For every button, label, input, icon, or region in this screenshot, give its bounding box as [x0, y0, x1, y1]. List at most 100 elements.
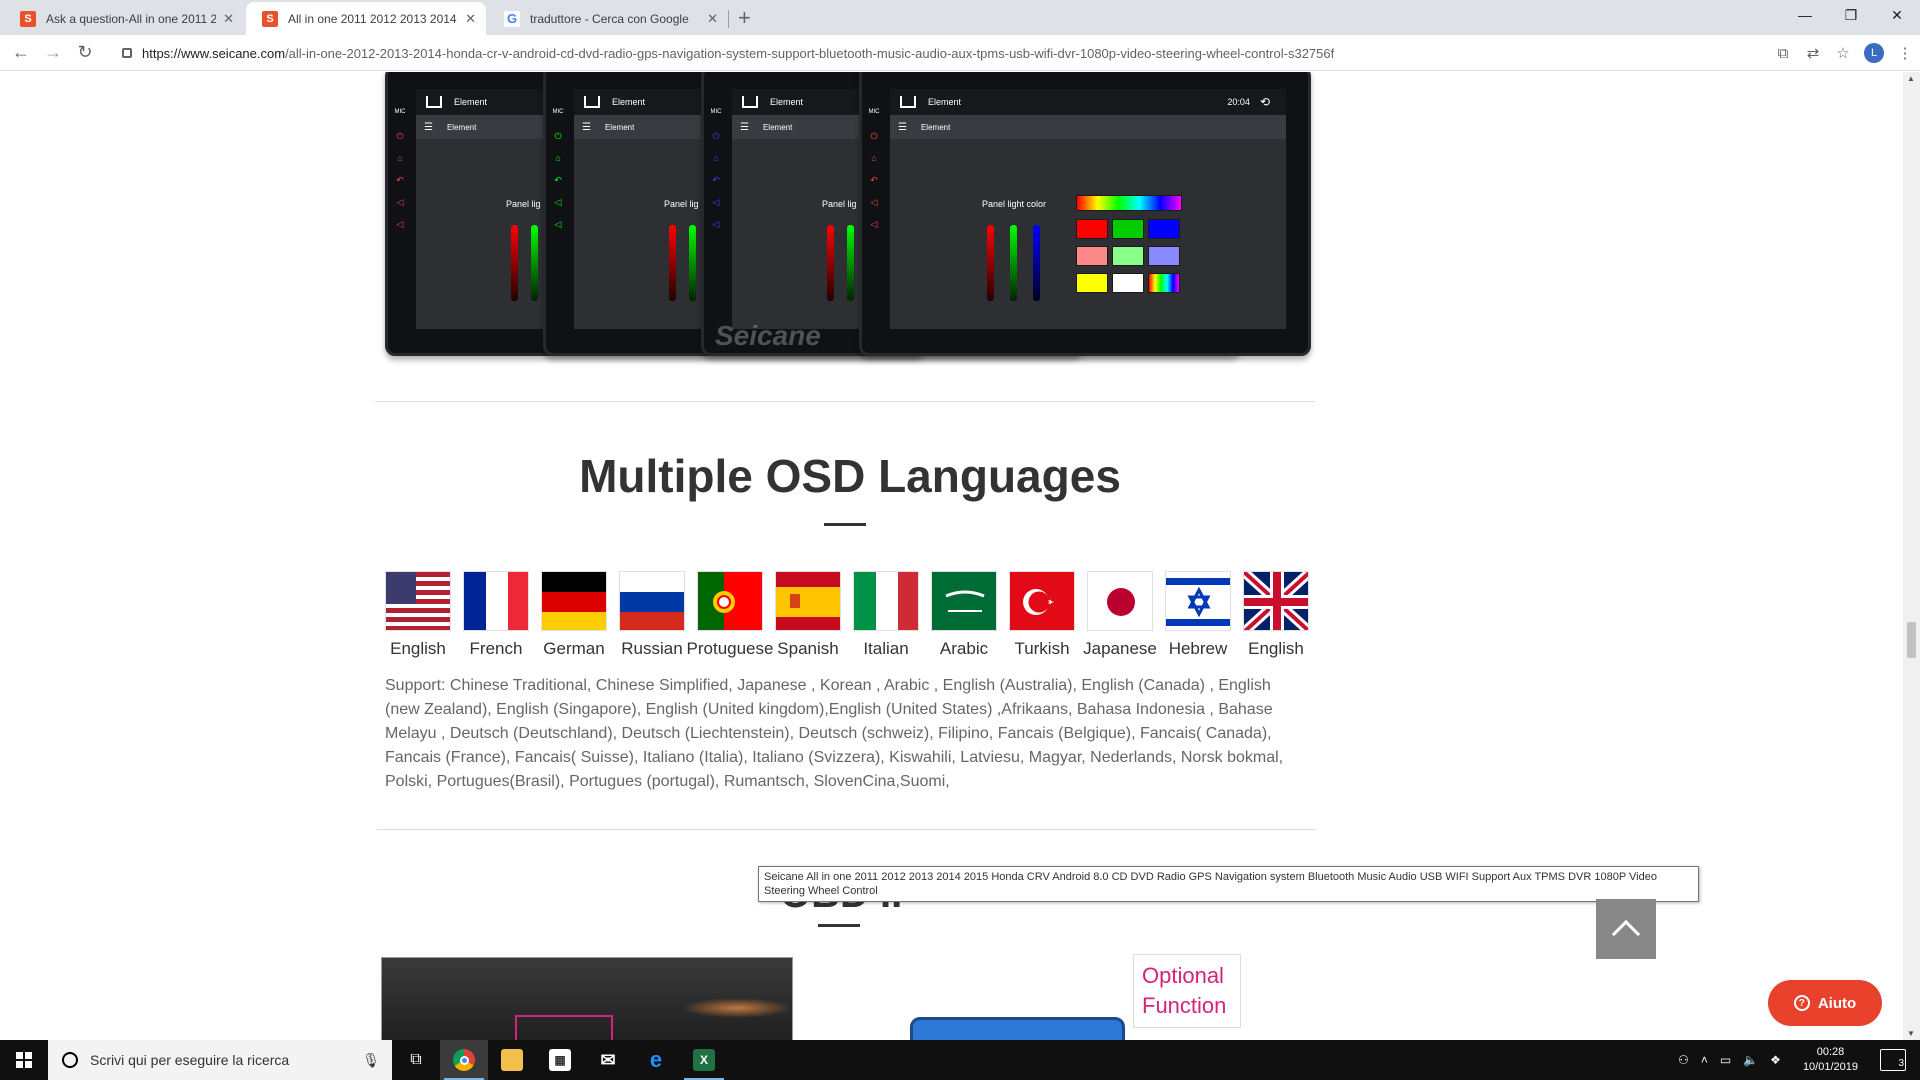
toolbar-icons: ⧉ ⇄ ☆ L ⋮ — [1768, 35, 1920, 71]
seicane-favicon-icon: S — [20, 10, 36, 27]
help-icon: ? — [1793, 995, 1810, 1011]
close-tab-icon[interactable]: ✕ — [707, 11, 718, 27]
turkey-flag-icon — [1009, 571, 1075, 631]
japan-flag-icon — [1087, 571, 1153, 631]
close-tab-icon[interactable]: ✕ — [465, 11, 476, 27]
notification-center-icon[interactable]: 3 — [1880, 1049, 1906, 1071]
taskbar-store[interactable]: ▦ — [536, 1040, 584, 1080]
bookmark-star-icon[interactable]: ☆ — [1828, 44, 1858, 62]
google-favicon-icon: G — [504, 10, 520, 27]
portugal-flag-icon — [697, 571, 763, 631]
language-label: German — [543, 639, 605, 658]
menu-title: Element — [446, 122, 477, 132]
taskbar-excel[interactable]: X — [680, 1040, 728, 1080]
extension-icon[interactable]: ⧉ — [1768, 45, 1798, 62]
panel-label: Panel lig — [506, 199, 541, 209]
taskbar-file-explorer[interactable] — [488, 1040, 536, 1080]
tab-all-in-one[interactable]: S All in one 2011 2012 2013 2014 2015 Ho… — [246, 2, 486, 35]
scroll-thumb[interactable] — [1907, 622, 1916, 658]
address-bar[interactable]: https://www.seicane.com/all-in-one-2012-… — [110, 39, 1750, 67]
taskbar-edge[interactable]: e — [632, 1040, 680, 1080]
russia-flag-icon — [619, 571, 685, 631]
scroll-down-icon[interactable]: ▼ — [1907, 1029, 1915, 1038]
device-display: Element 20:04 ⟲ ☰ Element Panel light col… — [890, 89, 1286, 329]
excel-icon: X — [693, 1049, 715, 1071]
language-label: Japanese — [1083, 639, 1157, 658]
italy-flag-icon — [853, 571, 919, 631]
volume-icon[interactable]: 🔈 — [1743, 1053, 1758, 1067]
system-tray: ⚇ ˄ ▭ 🔈 ❖ 00:28 10/01/2019 3 — [1672, 1040, 1920, 1080]
tab-title: traduttore - Cerca con Google — [530, 11, 689, 26]
microphone-icon[interactable]: 🎙 — [362, 1052, 380, 1069]
supported-languages-text: Support: Chinese Traditional, Chinese Si… — [385, 677, 1284, 790]
forward-arrow-icon[interactable]: → — [42, 42, 64, 63]
help-button[interactable]: ? Aiuto — [1768, 980, 1882, 1026]
title-underline — [818, 924, 860, 927]
france-flag-icon — [463, 571, 529, 631]
back-to-top-button[interactable] — [1596, 899, 1656, 959]
chrome-icon — [453, 1049, 475, 1071]
url-text: https://www.seicane.com/all-in-one-2012-… — [142, 46, 1334, 61]
title-underline — [824, 523, 866, 526]
windows-logo-icon — [16, 1052, 32, 1068]
app-title: Element — [770, 97, 804, 107]
section-divider — [377, 829, 1316, 830]
people-icon[interactable]: ⚇ — [1678, 1053, 1689, 1067]
mail-icon: ✉ — [600, 1049, 616, 1070]
page-scrollbar[interactable]: ▲ ▼ — [1903, 72, 1920, 1040]
section-divider — [375, 401, 1315, 402]
task-view-button[interactable]: ⧉ — [392, 1040, 440, 1080]
language-label: Turkish — [1014, 639, 1070, 658]
scroll-up-icon[interactable]: ▲ — [1907, 74, 1915, 83]
network-icon[interactable]: ▭ — [1720, 1053, 1731, 1067]
uk-flag-icon — [1243, 571, 1309, 631]
show-hidden-icons-chevron[interactable]: ˄ — [1701, 1053, 1708, 1067]
menu-title: Element — [762, 122, 793, 132]
browser-toolbar: ← → ↻ https://www.seicane.com/all-in-one… — [0, 35, 1920, 71]
restore-icon[interactable]: ❐ — [1828, 0, 1874, 30]
window-controls: — ❐ ✕ — [1782, 0, 1920, 30]
device-side-buttons: MIC ⏻ ⌂ ↶ ◁ ◁ — [392, 109, 408, 241]
menu-title: Element — [920, 122, 951, 132]
new-tab-button[interactable]: + — [738, 5, 751, 31]
tab-ask-question[interactable]: S Ask a question-All in one 2011 2012 20… — [4, 2, 244, 35]
device-screen-4: MIC ⏻ ⌂ ↶ ◁ ◁ Element 20:04 ⟲ ☰ Element Panel… — [859, 72, 1311, 356]
tab-traduttore[interactable]: G traduttore - Cerca con Google ✕ — [488, 2, 728, 35]
highlight-box — [515, 1015, 613, 1040]
tab-title: All in one 2011 2012 2013 2014 2015 Hond… — [288, 11, 458, 26]
tab-strip: S Ask a question-All in one 2011 2012 20… — [0, 0, 1920, 35]
dropbox-icon[interactable]: ❖ — [1770, 1053, 1781, 1067]
clock-time: 00:28 — [1816, 1046, 1845, 1058]
light-glow — [682, 998, 792, 1018]
mic-label: MIC — [710, 109, 722, 115]
reload-icon[interactable]: ↻ — [74, 42, 96, 63]
menu-title: Element — [604, 122, 635, 132]
lock-icon — [122, 48, 132, 58]
image-tooltip: Seicane All in one 2011 2012 2013 2014 2… — [758, 866, 1699, 902]
language-label: English — [1248, 639, 1304, 658]
close-tab-icon[interactable]: ✕ — [223, 11, 234, 27]
close-window-icon[interactable]: ✕ — [1874, 0, 1920, 30]
start-button[interactable] — [0, 1040, 48, 1080]
store-icon: ▦ — [549, 1049, 571, 1071]
translate-icon[interactable]: ⇄ — [1798, 44, 1828, 62]
search-placeholder: Scrivi qui per eseguire la ricerca — [90, 1052, 290, 1068]
menu-dots-icon[interactable]: ⋮ — [1890, 44, 1920, 62]
language-label: Spanish — [777, 639, 839, 658]
back-arrow-icon[interactable]: ← — [10, 42, 32, 63]
help-label: Aiuto — [1817, 994, 1857, 1012]
folder-icon — [501, 1049, 523, 1071]
optional-function-label: Optional Function — [1133, 954, 1241, 1028]
device-time: 20:04 — [1227, 97, 1250, 107]
minimize-icon[interactable]: — — [1782, 0, 1828, 30]
profile-avatar[interactable]: L — [1864, 43, 1884, 63]
mic-label: MIC — [394, 109, 406, 115]
panel-label: Panel lig — [822, 199, 857, 209]
taskbar-search[interactable]: Scrivi qui per eseguire la ricerca 🎙 — [48, 1040, 392, 1080]
taskbar-chrome[interactable] — [440, 1040, 488, 1080]
clock[interactable]: 00:28 10/01/2019 — [1797, 1045, 1864, 1075]
tab-title: Ask a question-All in one 2011 2012 2013… — [46, 11, 216, 26]
taskbar-mail[interactable]: ✉ — [584, 1040, 632, 1080]
chevron-up-icon — [1611, 919, 1641, 949]
device-side-buttons: MIC ⏻ ⌂ ↶ ◁ ◁ — [866, 109, 882, 241]
